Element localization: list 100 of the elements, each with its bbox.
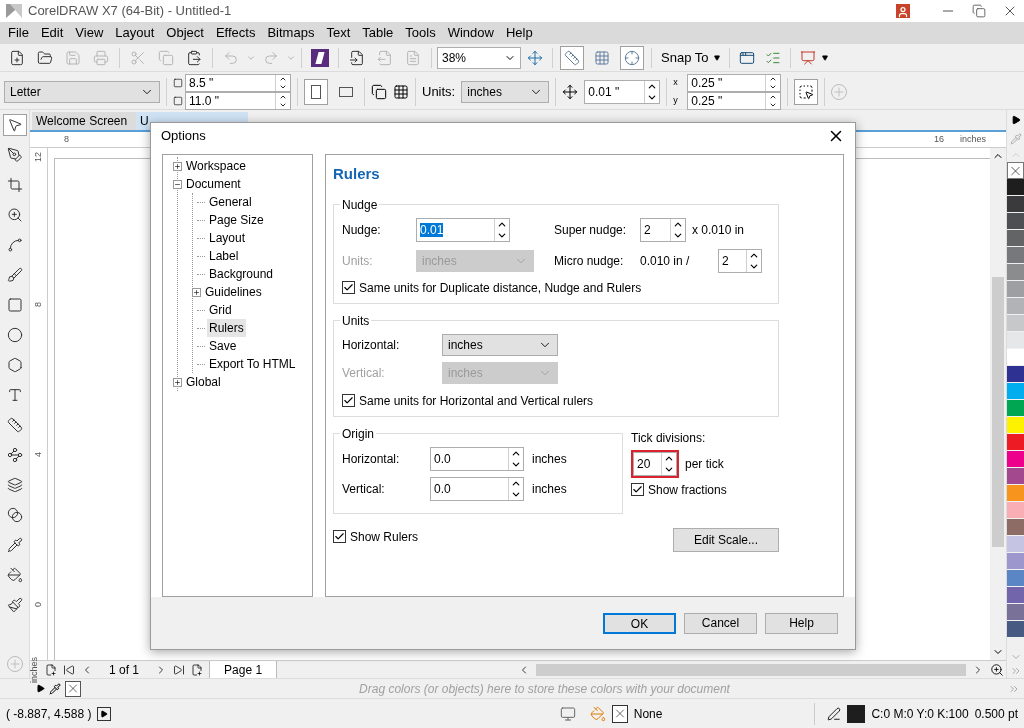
no-color-swatch[interactable] [65, 680, 81, 697]
last-page-icon[interactable] [173, 663, 186, 676]
menu-item[interactable]: View [69, 23, 110, 43]
ruler-toggle[interactable] [560, 45, 584, 70]
color-swatch[interactable] [1007, 179, 1024, 196]
tree-item[interactable]: Layout [207, 229, 248, 247]
color-swatch[interactable] [1007, 587, 1024, 604]
menu-item[interactable]: Effects [209, 23, 262, 43]
portrait-button[interactable] [304, 78, 328, 105]
color-swatch[interactable] [1007, 383, 1024, 400]
dropdown[interactable]: Letter [4, 80, 160, 103]
palette-menu-icon[interactable] [1010, 115, 1021, 125]
menu-item[interactable]: File [2, 23, 35, 43]
tree-item[interactable]: Workspace [184, 157, 248, 175]
duplicate-x-field[interactable]: 0.25 " [687, 73, 782, 92]
menu-item[interactable]: Window [441, 23, 500, 43]
origin-horizontal-field[interactable]: 0.0 [430, 446, 524, 471]
tree-item[interactable]: Background [207, 265, 276, 283]
tree-item[interactable]: Rulers [207, 319, 246, 337]
dialog-button[interactable]: Help [765, 612, 838, 634]
color-swatch[interactable] [1007, 451, 1024, 468]
add-page-icon[interactable] [191, 663, 204, 676]
tree-item[interactable]: Save [207, 337, 239, 355]
nudge-distance-field[interactable]: 0.01 " [584, 79, 661, 104]
monitor-icon[interactable] [559, 705, 576, 722]
color-swatch[interactable] [1007, 298, 1024, 315]
color-swatch[interactable] [1007, 264, 1024, 281]
micro-nudge-field[interactable]: 2 [718, 248, 762, 273]
color-swatch[interactable] [1007, 196, 1024, 213]
tick-divisions-field[interactable]: 20 [633, 451, 677, 476]
caret-icon[interactable] [822, 54, 829, 61]
menu-item[interactable]: Object [160, 23, 210, 43]
color-swatch[interactable] [1007, 519, 1024, 536]
checkbox[interactable] [342, 281, 355, 294]
color-swatch[interactable] [1007, 315, 1024, 332]
menu-item[interactable]: Edit [34, 23, 70, 43]
color-swatch[interactable] [1007, 332, 1024, 349]
tree-item[interactable]: Label [207, 247, 241, 265]
zoom-level-dropdown[interactable]: 38% [437, 46, 521, 69]
checkbox[interactable] [342, 394, 355, 407]
horizontal-scrollbar[interactable] [536, 663, 966, 676]
tree-item[interactable]: General [207, 193, 254, 211]
checkbox[interactable] [631, 483, 644, 496]
status-menu-button[interactable] [97, 706, 112, 721]
scroll-thumb[interactable] [992, 277, 1004, 547]
guidelines-toggle[interactable] [620, 45, 644, 70]
pointer-tool[interactable] [2, 114, 27, 136]
dropdown[interactable]: inches [461, 80, 550, 103]
expand-toggle[interactable] [173, 161, 182, 171]
pen-icon[interactable] [827, 706, 842, 721]
menu-item[interactable]: Table [356, 23, 400, 43]
origin-vertical-field[interactable]: 0.0 [430, 476, 524, 501]
color-swatch[interactable] [1007, 366, 1024, 383]
user-icon[interactable] [896, 4, 910, 18]
expand-toggle[interactable] [192, 287, 201, 297]
edit-scale-button[interactable]: Edit Scale... [673, 527, 779, 552]
options-icon[interactable] [739, 49, 756, 66]
tree-item[interactable]: Document [184, 175, 243, 193]
dialog-button[interactable]: OK [603, 612, 676, 634]
presentation-icon[interactable] [800, 49, 817, 66]
color-swatch[interactable] [1007, 502, 1024, 519]
tree-item[interactable]: Export To HTML [207, 355, 298, 373]
tray-menu-icon[interactable] [36, 684, 45, 693]
tree-item[interactable]: Grid [207, 301, 234, 319]
color-swatch[interactable] [1007, 281, 1024, 298]
menu-item[interactable]: Text [320, 23, 357, 43]
color-swatch[interactable] [1007, 400, 1024, 417]
dropdown[interactable]: inches [442, 333, 558, 356]
color-swatch[interactable] [1007, 213, 1024, 230]
page-tab[interactable]: Page 1 [209, 661, 278, 678]
menu-item[interactable]: Layout [109, 23, 161, 43]
tree-item[interactable]: Global [184, 373, 223, 391]
checkbox[interactable] [333, 530, 346, 543]
color-swatch[interactable] [1007, 468, 1024, 485]
color-swatch[interactable] [1007, 570, 1024, 587]
color-swatch[interactable] [1007, 247, 1024, 264]
snap-to-dropdown[interactable]: Snap To [657, 47, 725, 68]
zoom-icon[interactable] [990, 662, 1004, 677]
page-width-field[interactable]: 8.5 " [185, 73, 291, 92]
treat-as-filled-button[interactable] [794, 78, 819, 105]
color-swatch[interactable] [1007, 230, 1024, 247]
color-swatch[interactable] [1007, 536, 1024, 553]
super-nudge-field[interactable]: 2 [640, 217, 686, 242]
dialog-button[interactable]: Cancel [684, 612, 757, 634]
tree-item[interactable]: Page Size [207, 211, 266, 229]
menu-item[interactable]: Bitmaps [261, 23, 321, 43]
color-swatch[interactable] [1007, 434, 1024, 451]
add-page-icon[interactable] [45, 663, 57, 676]
expand-toggle[interactable] [173, 377, 182, 387]
first-page-icon[interactable] [63, 663, 75, 676]
tree-item[interactable]: Guidelines [203, 283, 264, 301]
eyedropper-icon[interactable] [49, 682, 61, 695]
color-swatch[interactable] [1007, 349, 1024, 366]
menu-item[interactable]: Help [499, 23, 539, 43]
color-swatch[interactable] [1007, 621, 1024, 638]
document-tab[interactable]: Welcome Screen [32, 112, 136, 130]
restore-icon[interactable] [972, 4, 986, 18]
expand-toggle[interactable] [173, 179, 182, 189]
menu-item[interactable]: Tools [399, 23, 442, 43]
nudge-field[interactable]: 0.01 [416, 217, 510, 242]
